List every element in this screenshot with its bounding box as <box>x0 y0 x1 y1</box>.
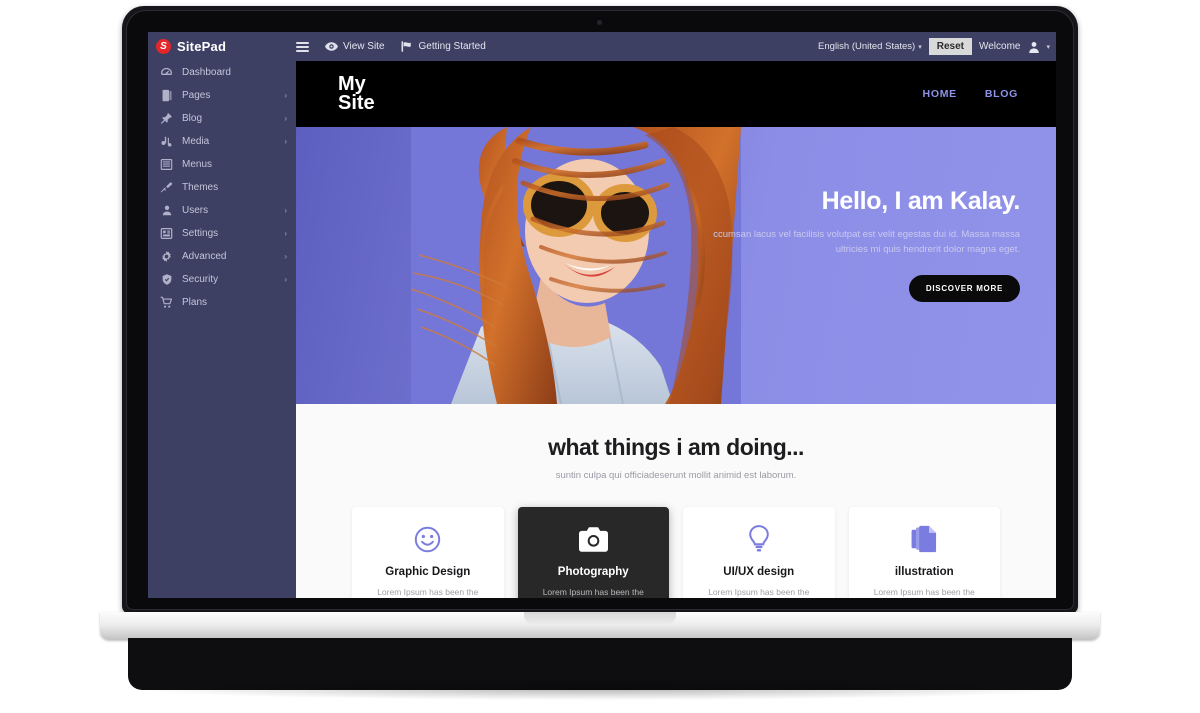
language-label: English (United States) <box>818 41 916 52</box>
laptop-base-notch <box>524 612 676 624</box>
service-card-desc: Lorem Ipsum has been the <box>377 587 479 597</box>
service-card-desc: Lorem Ipsum has been the <box>542 587 644 597</box>
sidebar-item-dashboard[interactable]: Dashboard <box>148 61 296 84</box>
services-heading: what things i am doing... <box>548 434 804 460</box>
media-icon <box>160 135 173 148</box>
eye-icon <box>325 42 338 51</box>
sidebar-item-label: Dashboard <box>182 67 231 78</box>
site-logo-line2: Site <box>338 92 375 114</box>
user-avatar-icon[interactable] <box>1028 41 1040 53</box>
hamburger-icon[interactable] <box>296 41 309 52</box>
list-icon <box>160 158 173 171</box>
dashboard-gauge-icon <box>160 66 173 79</box>
laptop-mockup: S SitePad View Site Getting Started Engl… <box>0 0 1200 713</box>
nav-link-blog[interactable]: BLOG <box>985 88 1018 100</box>
sidebar-item-label: Media <box>182 136 210 147</box>
documents-icon <box>857 524 993 554</box>
admin-top-bar: S SitePad View Site Getting Started Engl… <box>148 32 1056 61</box>
sidebar-item-menus[interactable]: Menus <box>148 153 296 176</box>
reset-button[interactable]: Reset <box>928 38 972 55</box>
service-card-illustration[interactable]: illustration Lorem Ipsum has been the <box>848 507 1000 598</box>
sidebar-item-security[interactable]: Security › <box>148 268 296 291</box>
site-header: My Site HOME BLOG <box>296 61 1056 127</box>
admin-bar-right: English (United States) ▾ Reset Welcome … <box>818 38 1056 55</box>
site-logo[interactable]: My Site <box>338 74 375 114</box>
lightbulb-icon <box>691 524 827 554</box>
service-card-desc: Lorem Ipsum has been the <box>708 587 810 597</box>
services-subheading: suntin culpa qui officiadeserunt mollit … <box>555 470 797 481</box>
sidebar-item-blog[interactable]: Blog › <box>148 107 296 130</box>
sidebar-item-label: Users <box>182 205 209 216</box>
sidebar-item-label: Advanced <box>182 251 227 262</box>
chevron-right-icon: › <box>284 252 287 261</box>
chevron-right-icon: › <box>284 229 287 238</box>
laptop-camera-icon <box>597 20 602 25</box>
view-site-label: View Site <box>343 41 385 52</box>
sidebar-item-label: Themes <box>182 182 219 193</box>
site-preview: My Site HOME BLOG Hello, I am Kalay. ccu… <box>296 61 1056 598</box>
discover-more-button[interactable]: DISCOVER MORE <box>908 275 1020 302</box>
service-card-graphic-design[interactable]: Graphic Design Lorem Ipsum has been the <box>352 507 504 598</box>
chevron-right-icon: › <box>284 275 287 284</box>
pin-icon <box>160 112 173 125</box>
chevron-right-icon: › <box>284 206 287 215</box>
nav-link-home[interactable]: HOME <box>923 88 957 100</box>
sidebar-item-label: Pages <box>182 90 211 101</box>
sidebar-item-label: Settings <box>182 228 219 239</box>
services-section: what things i am doing... suntin culpa q… <box>296 404 1056 598</box>
screen-viewport: S SitePad View Site Getting Started Engl… <box>148 32 1056 598</box>
service-card-title: illustration <box>894 566 954 578</box>
sitepad-logo-icon: S <box>156 39 171 54</box>
user-icon <box>160 204 173 217</box>
service-card-title: UI/UX design <box>723 566 795 578</box>
hero-subtitle: ccumsan lacus vel facilisis volutpat est… <box>713 229 1020 255</box>
shield-icon <box>160 273 173 286</box>
service-card-title: Graphic Design <box>385 566 471 578</box>
language-selector[interactable]: English (United States) ▾ <box>818 41 922 52</box>
sidebar-item-label: Blog <box>182 113 203 124</box>
flag-icon <box>401 41 411 52</box>
view-site-button[interactable]: View Site <box>325 41 385 52</box>
logo-letter: S <box>160 40 167 52</box>
welcome-label: Welcome <box>978 41 1021 52</box>
service-card-title: Photography <box>557 566 629 578</box>
sidebar-item-advanced[interactable]: Advanced › <box>148 245 296 268</box>
hero-section: Hello, I am Kalay. ccumsan lacus vel fac… <box>296 127 1056 404</box>
sidebar-item-pages[interactable]: Pages › <box>148 84 296 107</box>
service-card-photography[interactable]: Photography Lorem Ipsum has been the <box>517 507 669 598</box>
site-nav: HOME BLOG <box>923 88 1018 100</box>
sidebar-item-themes[interactable]: Themes <box>148 176 296 199</box>
service-card-desc: Lorem Ipsum has been the <box>873 587 975 597</box>
service-cards: Graphic Design Lorem Ipsum has been the … <box>296 481 1056 598</box>
laptop-shadow <box>140 678 1060 700</box>
smiley-face-icon <box>360 524 496 554</box>
getting-started-button[interactable]: Getting Started <box>401 41 486 52</box>
cart-icon <box>160 296 173 309</box>
brush-icon <box>160 181 173 194</box>
hero-copy: Hello, I am Kalay. ccumsan lacus vel fac… <box>690 187 1020 302</box>
camera-icon <box>526 524 662 554</box>
pages-book-icon <box>160 89 173 102</box>
sidebar: Dashboard Pages › Blog › Media › Menus T… <box>148 61 296 598</box>
sidebar-item-users[interactable]: Users › <box>148 199 296 222</box>
account-chevron-down-icon[interactable]: ▾ <box>1046 43 1050 51</box>
sidebar-item-label: Menus <box>182 159 213 170</box>
hero-title: Hello, I am Kalay. <box>821 187 1021 215</box>
service-card-uiux-design[interactable]: UI/UX design Lorem Ipsum has been the <box>683 507 835 598</box>
sidebar-item-settings[interactable]: Settings › <box>148 222 296 245</box>
sidebar-item-plans[interactable]: Plans <box>148 291 296 314</box>
chevron-right-icon: › <box>284 137 287 146</box>
brand-area[interactable]: S SitePad <box>148 39 296 54</box>
brand-name: SitePad <box>177 39 227 54</box>
sidebar-item-label: Plans <box>182 297 208 308</box>
gear-icon <box>160 250 173 263</box>
chevron-right-icon: › <box>284 91 287 100</box>
sliders-icon <box>160 227 173 240</box>
chevron-down-icon: ▾ <box>918 43 922 51</box>
getting-started-label: Getting Started <box>418 41 486 52</box>
chevron-right-icon: › <box>284 114 287 123</box>
sidebar-item-label: Security <box>182 274 219 285</box>
sidebar-item-media[interactable]: Media › <box>148 130 296 153</box>
